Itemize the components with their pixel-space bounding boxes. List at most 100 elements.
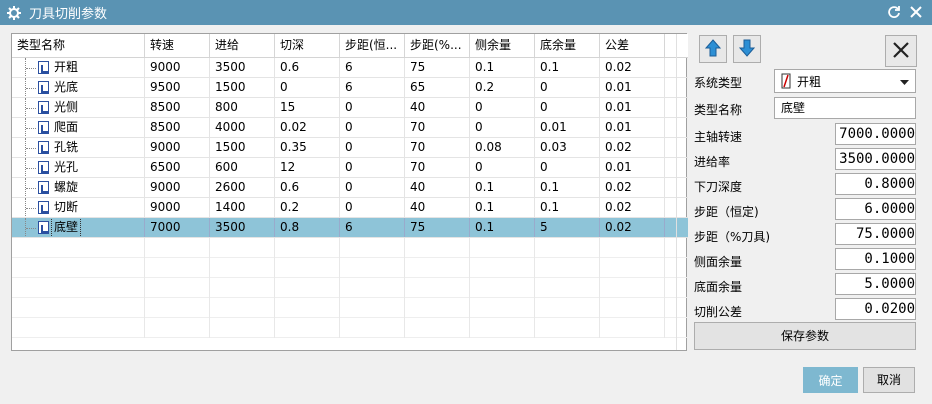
tree-line	[25, 198, 36, 217]
move-up-button[interactable]	[699, 35, 727, 63]
table-cell: 0	[275, 78, 340, 97]
table-row[interactable]: 光底 9500 1500 0 6 65 0.2 0 0.01	[12, 78, 688, 98]
table-cell: 75	[405, 58, 470, 77]
name-cell: 孔铣	[12, 138, 145, 157]
table-cell: 70	[405, 158, 470, 177]
table-cell: 600	[210, 158, 275, 177]
parameter-table: 类型名称 转速 进给 切深 步距(恒... 步距(%... 侧余量 底余量 公差 开粗 9000 3…	[11, 33, 688, 351]
operation-icon	[38, 61, 49, 74]
numeric-input[interactable]: 0.8000	[835, 173, 916, 195]
empty-cell	[12, 278, 145, 298]
row-name: 开粗	[54, 60, 79, 74]
row-name: 孔铣	[54, 140, 79, 154]
numeric-input[interactable]: 6.0000	[835, 198, 916, 220]
table-cell: 0.1	[470, 178, 535, 197]
name-cell: 切断	[12, 198, 145, 217]
delete-button[interactable]	[885, 35, 917, 67]
table-row[interactable]: 底壁 7000 3500 0.8 6 75 0.1 5 0.02	[12, 218, 688, 238]
table-cell: 8500	[145, 118, 210, 137]
table-row[interactable]: 孔铣 9000 1500 0.35 0 70 0.08 0.03 0.02	[12, 138, 688, 158]
field-label: 下刀深度	[694, 180, 743, 194]
column-header[interactable]: 切深	[275, 34, 340, 57]
table-cell: 0.02	[275, 118, 340, 137]
empty-cell	[12, 318, 145, 338]
system-type-select[interactable]: 开粗	[774, 69, 916, 93]
table-header: 类型名称 转速 进给 切深 步距(恒... 步距(%... 侧余量 底余量 公差	[12, 34, 688, 58]
numeric-input[interactable]: 3500.0000	[835, 148, 916, 170]
column-header[interactable]: 步距(%...	[405, 34, 470, 57]
table-cell: 9000	[145, 138, 210, 157]
numeric-input[interactable]: 5.0000	[835, 273, 916, 295]
table-cell: 1500	[210, 138, 275, 157]
numeric-input[interactable]: 0.0200	[835, 298, 916, 320]
row-name: 爬面	[54, 120, 79, 134]
table-cell: 0.6	[275, 178, 340, 197]
type-name-label: 类型名称	[694, 103, 743, 117]
table-row[interactable]: 开粗 9000 3500 0.6 6 75 0.1 0.1 0.02	[12, 58, 688, 78]
table-cell: 3500	[210, 218, 275, 237]
table-row[interactable]: 爬面 8500 4000 0.02 0 70 0 0.01 0.01	[12, 118, 688, 138]
empty-row	[12, 238, 688, 258]
column-header[interactable]: 步距(恒...	[340, 34, 405, 57]
table-cell: 0.02	[600, 58, 665, 77]
table-cell: 0	[470, 98, 535, 117]
save-parameters-button[interactable]: 保存参数	[694, 322, 916, 350]
empty-cell	[535, 238, 600, 258]
table-cell: 6	[340, 58, 405, 77]
empty-cell	[210, 258, 275, 278]
ok-button[interactable]: 确定	[803, 367, 858, 393]
column-header[interactable]: 侧余量	[470, 34, 535, 57]
column-header[interactable]: 公差	[600, 34, 665, 57]
table-row[interactable]: 光孔 6500 600 12 0 70 0 0 0.01	[12, 158, 688, 178]
numeric-input[interactable]: 0.1000	[835, 248, 916, 270]
field-label: 步距（恒定)	[694, 205, 759, 219]
table-row[interactable]: 切断 9000 1400 0.2 0 40 0.1 0.1 0.02	[12, 198, 688, 218]
row-name: 底壁	[50, 218, 82, 237]
table-cell: 0	[340, 178, 405, 197]
empty-cell	[405, 318, 470, 338]
table-scroll-strip	[676, 34, 686, 350]
empty-cell	[210, 298, 275, 318]
table-cell: 0	[470, 158, 535, 177]
window-title: 刀具切削参数	[29, 7, 108, 22]
table-cell: 0.1	[535, 58, 600, 77]
tree-line	[25, 178, 36, 197]
cancel-button[interactable]: 取消	[863, 367, 915, 393]
tree-line	[25, 98, 36, 117]
tree-line	[25, 218, 36, 237]
table-cell: 40	[405, 178, 470, 197]
table-cell: 0	[340, 138, 405, 157]
tree-line	[25, 78, 36, 97]
table-cell: 9000	[145, 58, 210, 77]
reset-icon[interactable]	[886, 4, 902, 20]
empty-cell	[600, 258, 665, 278]
empty-cell	[275, 278, 340, 298]
name-cell: 开粗	[12, 58, 145, 77]
empty-cell	[340, 318, 405, 338]
empty-cell	[210, 318, 275, 338]
name-cell: 底壁	[12, 218, 145, 237]
empty-cell	[600, 318, 665, 338]
empty-cell	[145, 298, 210, 318]
empty-cell	[405, 298, 470, 318]
table-cell: 8500	[145, 98, 210, 117]
column-header[interactable]: 转速	[145, 34, 210, 57]
table-cell: 9000	[145, 198, 210, 217]
table-cell: 0	[340, 118, 405, 137]
type-name-input[interactable]: 底壁	[774, 97, 916, 119]
column-header[interactable]: 底余量	[535, 34, 600, 57]
field-label: 主轴转速	[694, 130, 743, 144]
table-row[interactable]: 螺旋 9000 2600 0.6 0 40 0.1 0.1 0.02	[12, 178, 688, 198]
table-row[interactable]: 光侧 8500 800 15 0 40 0 0 0.01	[12, 98, 688, 118]
empty-cell	[470, 318, 535, 338]
move-down-button[interactable]	[733, 35, 761, 63]
table-cell: 0.01	[600, 98, 665, 117]
numeric-input[interactable]: 75.0000	[835, 223, 916, 245]
close-icon[interactable]	[908, 4, 924, 20]
numeric-input[interactable]: 7000.0000	[835, 123, 916, 145]
column-header[interactable]: 进给	[210, 34, 275, 57]
table-cell: 40	[405, 98, 470, 117]
empty-cell	[600, 298, 665, 318]
title-bar: 刀具切削参数	[0, 0, 932, 25]
column-header[interactable]: 类型名称	[12, 34, 145, 57]
